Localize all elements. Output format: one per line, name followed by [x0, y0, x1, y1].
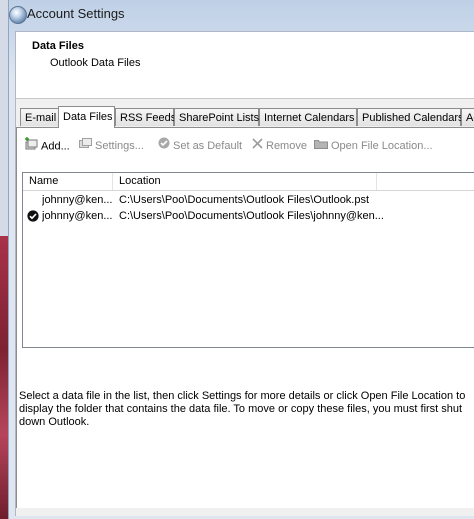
column-header-name[interactable]: Name	[23, 173, 113, 190]
list-header: Name Location	[23, 173, 474, 191]
settings-icon	[79, 137, 92, 155]
title-bar[interactable]: Account Settings	[9, 0, 474, 30]
section-title: Data Files	[32, 40, 84, 52]
set-default-label: Set as Default	[173, 140, 243, 152]
data-files-panel: Add... Settings... Set as Default Remove	[16, 127, 474, 508]
column-header-location[interactable]: Location	[113, 173, 377, 190]
default-checkmark-icon	[27, 210, 39, 222]
tab-address-books[interactable]: Ac	[461, 108, 474, 126]
outlook-app-icon	[9, 6, 27, 24]
window-title: Account Settings	[27, 6, 125, 21]
checkmark-circle-icon	[158, 137, 170, 155]
data-file-name: johnny@ken...	[42, 210, 112, 222]
data-file-name: johnny@ken...	[42, 194, 112, 206]
toolbar: Add... Settings... Set as Default Remove	[25, 137, 474, 155]
open-file-location-button[interactable]: Open File Location...	[314, 137, 433, 155]
add-button[interactable]: Add...	[25, 137, 70, 155]
tab-email[interactable]: E-mail	[20, 108, 59, 126]
tab-sharepoint-lists[interactable]: SharePoint Lists	[174, 108, 259, 126]
add-label: Add...	[41, 140, 70, 153]
header-panel: Data Files Outlook Data Files	[16, 32, 474, 99]
list-item[interactable]: johnny@ken... C:\Users\Poo\Documents\Out…	[23, 208, 474, 224]
settings-button[interactable]: Settings...	[79, 137, 144, 155]
list-item[interactable]: johnny@ken... C:\Users\Poo\Documents\Out…	[23, 192, 474, 208]
tab-internet-calendars[interactable]: Internet Calendars	[259, 108, 357, 126]
data-file-location: C:\Users\Poo\Documents\Outlook Files\Out…	[119, 194, 370, 206]
settings-label: Settings...	[95, 140, 144, 152]
tab-published-calendars[interactable]: Published Calendars	[357, 108, 464, 126]
tab-data-files[interactable]: Data Files	[58, 106, 115, 128]
open-file-location-label: Open File Location...	[331, 140, 433, 152]
section-subtitle: Outlook Data Files	[50, 57, 141, 69]
data-files-list[interactable]: Name Location johnny@ken... C:\Users\Poo…	[22, 172, 474, 348]
remove-label: Remove	[266, 140, 307, 152]
help-description: Select a data file in the list, then cli…	[19, 390, 466, 428]
data-file-location: C:\Users\Poo\Documents\Outlook Files\joh…	[119, 210, 384, 222]
dialog-client-area: Data Files Outlook Data Files E-mail Dat…	[15, 31, 474, 516]
tab-rss-feeds[interactable]: RSS Feeds	[115, 108, 176, 126]
remove-x-icon	[252, 137, 263, 155]
remove-button[interactable]: Remove	[252, 137, 307, 155]
add-file-icon	[25, 137, 38, 156]
folder-icon	[314, 137, 328, 155]
tab-strip: E-mail Data Files RSS Feeds SharePoint L…	[16, 106, 474, 128]
set-default-button[interactable]: Set as Default	[158, 137, 242, 155]
account-settings-window: Account Settings Data Files Outlook Data…	[8, 0, 474, 519]
